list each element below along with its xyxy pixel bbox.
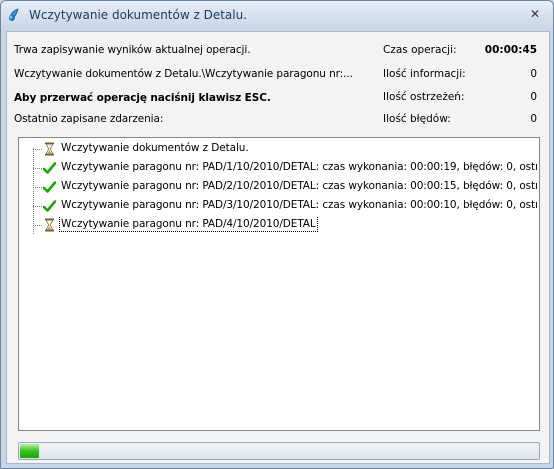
checkmark-icon [42, 161, 57, 175]
recent-events-label: Ostatnio zapisane zdarzenia: [14, 113, 164, 125]
tree-item-label: Wczytywanie dokumentów z Detalu. [61, 142, 249, 154]
info-count-label: Ilość informacji: [383, 68, 466, 80]
window-title: Wczytywanie dokumentów z Detalu. [29, 8, 248, 22]
status-message: Trwa zapisywanie wyników aktualnej opera… [14, 44, 251, 56]
warning-count-value: 0 [530, 91, 537, 103]
tree-item-label: Wczytywanie paragonu nr: PAD/1/10/2010/D… [61, 161, 537, 173]
progress-bar [18, 442, 540, 460]
tree-item[interactable]: Wczytywanie paragonu nr: PAD/3/10/2010/D… [33, 198, 537, 214]
error-count-label: Ilość błędów: [383, 113, 451, 125]
warning-count-label: Ilość ostrzeżeń: [383, 91, 465, 103]
current-operation: Wczytywanie dokumentów z Detalu.\Wczytyw… [14, 68, 353, 80]
operation-time-label: Czas operacji: [383, 44, 457, 56]
progress-fill [20, 444, 39, 458]
tree-item[interactable]: Wczytywanie dokumentów z Detalu. [33, 141, 537, 157]
tree-item[interactable]: Wczytywanie paragonu nr: PAD/1/10/2010/D… [33, 160, 537, 176]
info-count-value: 0 [530, 68, 537, 80]
checkmark-icon [42, 199, 57, 213]
error-count-value: 0 [530, 113, 537, 125]
esc-hint: Aby przerwać operację naciśnij klawisz E… [14, 92, 271, 104]
events-tree[interactable]: Wczytywanie dokumentów z Detalu. Wczytyw… [18, 137, 540, 431]
tree-item-label: Wczytywanie paragonu nr: PAD/2/10/2010/D… [61, 180, 537, 192]
title-bar[interactable]: Wczytywanie dokumentów z Detalu. ✕ [1, 1, 553, 31]
app-icon [7, 7, 23, 23]
tree-item-label: Wczytywanie paragonu nr: PAD/4/10/2010/D… [59, 217, 318, 232]
checkmark-icon [42, 180, 57, 194]
tree-item[interactable]: Wczytywanie paragonu nr: PAD/2/10/2010/D… [33, 179, 537, 195]
operation-time-value: 00:00:45 [484, 44, 537, 56]
close-button[interactable]: ✕ [527, 6, 543, 22]
tree-item-label: Wczytywanie paragonu nr: PAD/3/10/2010/D… [61, 199, 537, 211]
hourglass-icon [43, 218, 56, 232]
tree-item[interactable]: Wczytywanie paragonu nr: PAD/4/10/2010/D… [33, 217, 537, 233]
dialog-content: Trwa zapisywanie wyników aktualnej opera… [6, 31, 550, 464]
hourglass-icon [43, 142, 56, 156]
dialog-window: Wczytywanie dokumentów z Detalu. ✕ Trwa … [0, 0, 554, 469]
